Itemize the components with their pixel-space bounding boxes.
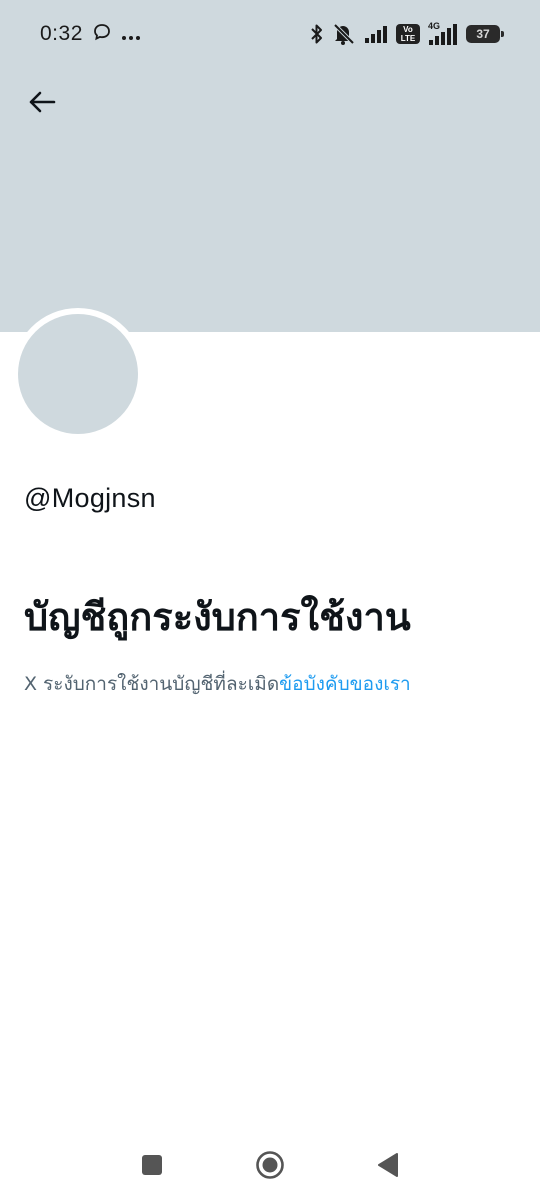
suspended-title: บัญชีถูกระงับการใช้งาน: [24, 595, 411, 639]
nav-recents-button[interactable]: [132, 1150, 172, 1180]
battery-level: 37: [476, 27, 490, 41]
battery-icon: 37: [466, 25, 504, 43]
volte-top-label: Vo: [403, 25, 413, 34]
status-time: 0:32: [40, 22, 83, 45]
suspended-description: X ระงับการใช้งานบัญชีที่ละเมิดข้อบังคับข…: [24, 669, 411, 699]
status-left: 0:32: [40, 22, 141, 46]
arrow-left-icon: [29, 91, 56, 113]
bluetooth-icon: [310, 23, 324, 45]
nav-home-button[interactable]: [250, 1150, 290, 1180]
back-triangle-icon: [378, 1153, 398, 1177]
suspended-description-text: X ระงับการใช้งานบัญชีที่ละเมิด: [24, 673, 280, 695]
home-circle-icon: [256, 1151, 284, 1179]
nav-back-button[interactable]: [368, 1150, 408, 1180]
signal-icon: [364, 25, 388, 43]
chat-bubble-icon: [93, 22, 111, 46]
volte-bottom-label: LTE: [400, 34, 416, 43]
status-right: Vo LTE 4G 37: [310, 21, 504, 45]
system-nav-bar: [0, 1130, 540, 1200]
signal-4g-icon: 4G: [428, 21, 458, 45]
profile-handle: @Mogjnsn: [24, 483, 156, 513]
recents-square-icon: [142, 1155, 162, 1175]
back-button[interactable]: [24, 84, 60, 120]
bell-muted-icon: [332, 23, 356, 45]
status-bar: 0:32 Vo LTE 4G 37: [0, 0, 540, 68]
avatar: [18, 314, 138, 434]
rules-link[interactable]: ข้อบังคับของเรา: [279, 673, 411, 695]
volte-icon: Vo LTE: [396, 24, 420, 44]
avatar-ring: [12, 308, 144, 440]
more-dots-icon: [121, 22, 141, 46]
